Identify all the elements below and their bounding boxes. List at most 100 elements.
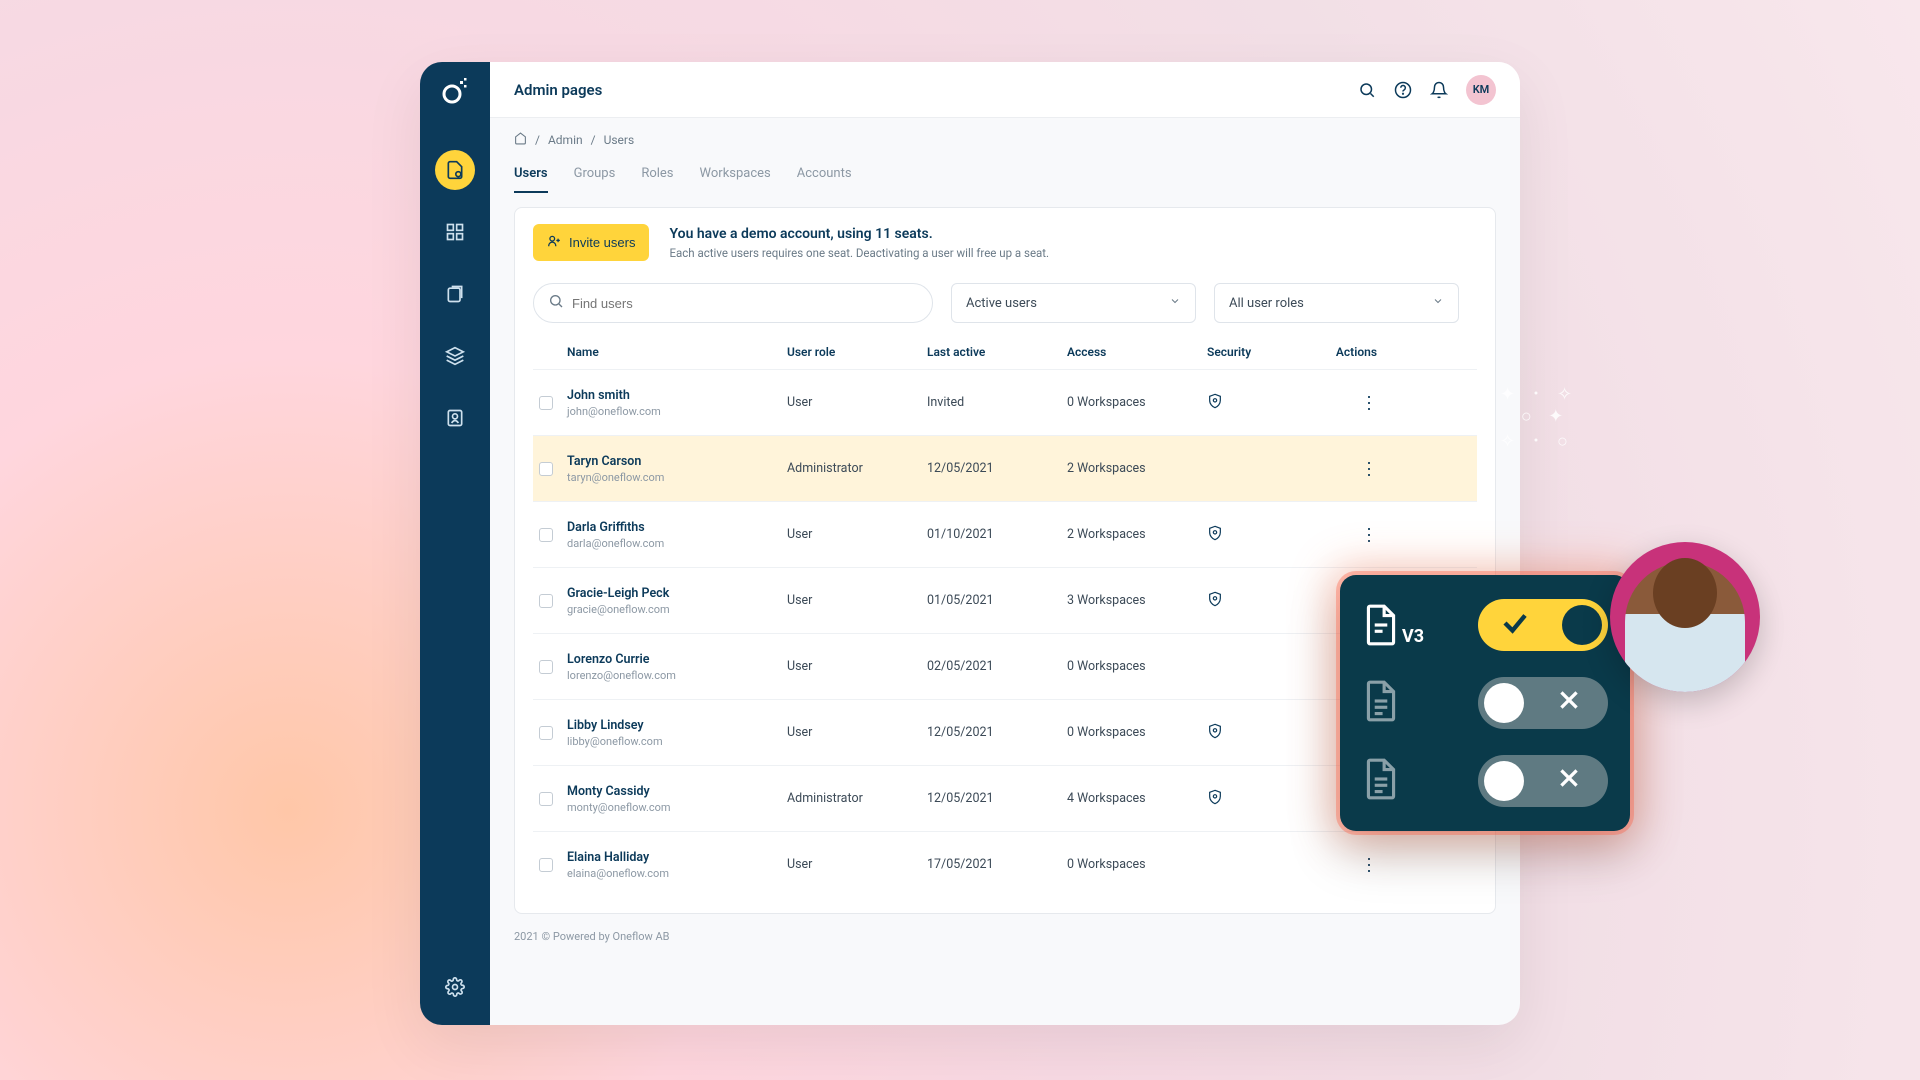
breadcrumb-home-icon[interactable] [514, 132, 527, 148]
user-access: 0 Workspaces [1067, 725, 1207, 740]
user-role: User [787, 527, 927, 542]
filters: Active users All user roles [533, 283, 1477, 323]
bell-icon[interactable] [1430, 81, 1448, 99]
sidebar-item-dashboard[interactable] [435, 212, 475, 252]
sidebar [420, 62, 490, 1025]
user-email: libby@oneflow.com [567, 735, 787, 748]
col-access: Access [1067, 345, 1207, 359]
user-last-active: 12/05/2021 [927, 725, 1067, 740]
app-logo-icon [441, 78, 469, 112]
toggle-v3[interactable] [1478, 599, 1608, 651]
table-row[interactable]: Darla Griffithsdarla@oneflow.comUser01/1… [533, 501, 1477, 567]
table-row[interactable]: Libby Lindseylibby@oneflow.comUser12/05/… [533, 699, 1477, 765]
user-email: darla@oneflow.com [567, 537, 787, 550]
status-select-label: Active users [966, 296, 1037, 311]
shield-icon [1207, 525, 1317, 545]
breadcrumb: / Admin / Users [490, 118, 1520, 148]
user-email: john@oneflow.com [567, 405, 787, 418]
col-role: User role [787, 345, 927, 359]
row-checkbox[interactable] [539, 528, 553, 542]
row-checkbox[interactable] [539, 726, 553, 740]
row-actions-menu[interactable]: ⋯ [1358, 460, 1379, 477]
person-avatar-photo [1610, 542, 1760, 692]
shield-icon [1207, 393, 1317, 413]
user-email: lorenzo@oneflow.com [567, 669, 787, 682]
search-box[interactable] [533, 283, 933, 323]
v3-label: V3 [1402, 626, 1424, 647]
row-checkbox[interactable] [539, 858, 553, 872]
invite-users-button[interactable]: Invite users [533, 224, 649, 261]
app-window: Admin pages KM / Admin / Users [420, 62, 1520, 1025]
breadcrumb-sep: / [591, 133, 596, 147]
table-row[interactable]: Taryn Carsontaryn@oneflow.comAdministrat… [533, 435, 1477, 501]
table-row[interactable]: Lorenzo Currielorenzo@oneflow.comUser02/… [533, 633, 1477, 699]
row-actions-menu[interactable]: ⋯ [1358, 856, 1379, 873]
user-access: 3 Workspaces [1067, 593, 1207, 608]
row-actions-menu[interactable]: ⋯ [1358, 526, 1379, 543]
check-icon [1500, 608, 1530, 642]
help-icon[interactable] [1394, 81, 1412, 99]
table-row[interactable]: Elaina Hallidayelaina@oneflow.comUser17/… [533, 831, 1477, 897]
row-checkbox[interactable] [539, 594, 553, 608]
row-actions-menu[interactable]: ⋯ [1358, 394, 1379, 411]
search-icon [548, 293, 564, 313]
sidebar-item-layers[interactable] [435, 336, 475, 376]
document-icon [1362, 679, 1400, 727]
user-role: User [787, 659, 927, 674]
tab-groups[interactable]: Groups [574, 166, 616, 193]
user-access: 0 Workspaces [1067, 857, 1207, 872]
user-name: Elaina Halliday [567, 850, 787, 865]
table-row[interactable]: Monty Cassidymonty@oneflow.comAdministra… [533, 765, 1477, 831]
table-row[interactable]: John smithjohn@oneflow.comUserInvited0 W… [533, 369, 1477, 435]
user-access: 2 Workspaces [1067, 527, 1207, 542]
tab-accounts[interactable]: Accounts [797, 166, 852, 193]
footer-text: 2021 © Powered by Oneflow AB [490, 914, 1520, 963]
overlay-row-2 [1362, 677, 1608, 729]
search-icon[interactable] [1358, 81, 1376, 99]
toggle-doc-3[interactable] [1478, 755, 1608, 807]
search-input[interactable] [572, 296, 918, 311]
user-role: Administrator [787, 461, 927, 476]
sidebar-item-documents[interactable] [435, 150, 475, 190]
toggle-doc-2[interactable] [1478, 677, 1608, 729]
invite-label: Invite users [569, 235, 635, 250]
user-name: Darla Griffiths [567, 520, 787, 535]
users-table: Name User role Last active Access Securi… [533, 345, 1477, 897]
sidebar-item-settings[interactable] [435, 967, 475, 1007]
roles-select[interactable]: All user roles [1214, 283, 1459, 323]
table-row[interactable]: Gracie-Leigh Peckgracie@oneflow.comUser0… [533, 567, 1477, 633]
document-icon [1362, 757, 1400, 805]
tab-roles[interactable]: Roles [641, 166, 673, 193]
user-role: User [787, 593, 927, 608]
user-last-active: 02/05/2021 [927, 659, 1067, 674]
sidebar-item-templates[interactable] [435, 274, 475, 314]
user-access: 0 Workspaces [1067, 395, 1207, 410]
user-last-active: 17/05/2021 [927, 857, 1067, 872]
tab-users[interactable]: Users [514, 166, 548, 193]
sidebar-item-contacts[interactable] [435, 398, 475, 438]
status-select[interactable]: Active users [951, 283, 1196, 323]
user-name: Monty Cassidy [567, 784, 787, 799]
row-checkbox[interactable] [539, 792, 553, 806]
row-checkbox[interactable] [539, 396, 553, 410]
breadcrumb-admin[interactable]: Admin [548, 133, 583, 147]
user-role: Administrator [787, 791, 927, 806]
breadcrumb-users[interactable]: Users [604, 133, 635, 147]
x-icon [1556, 687, 1582, 720]
toggle-knob [1484, 683, 1524, 723]
x-icon [1556, 765, 1582, 798]
banner-subtitle: Each active users requires one seat. Dea… [669, 246, 1049, 260]
user-last-active: Invited [927, 395, 1067, 410]
user-role: User [787, 725, 927, 740]
row-checkbox[interactable] [539, 660, 553, 674]
toggle-knob [1484, 761, 1524, 801]
user-avatar[interactable]: KM [1466, 75, 1496, 105]
table-header: Name User role Last active Access Securi… [533, 345, 1477, 369]
row-checkbox[interactable] [539, 462, 553, 476]
user-name: John smith [567, 388, 787, 403]
tab-workspaces[interactable]: Workspaces [700, 166, 771, 193]
shield-icon [1207, 591, 1317, 611]
page-title: Admin pages [514, 81, 602, 99]
shield-icon [1207, 789, 1317, 809]
user-role: User [787, 857, 927, 872]
